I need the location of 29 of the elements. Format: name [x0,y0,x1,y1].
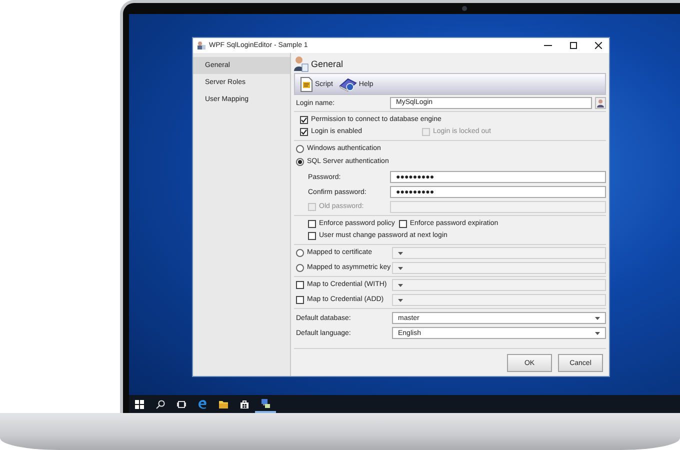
close-icon[interactable] [594,42,602,49]
checkbox[interactable] [398,220,407,228]
book-icon [338,76,357,92]
task-view-icon [177,400,186,408]
camera-dot [462,6,467,11]
checkbox[interactable] [308,220,316,228]
caret-icon [398,266,403,270]
computer-icon [262,398,270,408]
checkbox[interactable] [300,128,308,136]
checkbox[interactable] [300,116,308,124]
user-icon[interactable] [595,97,606,109]
caret-icon [595,332,600,334]
caret-icon [398,284,403,286]
app-icon [197,41,206,50]
user-page-icon [294,56,309,72]
radio-button[interactable] [296,158,304,166]
maximize-icon[interactable] [570,42,576,49]
document-icon [300,76,313,92]
radio-button[interactable] [296,145,304,153]
caret-icon [398,252,403,254]
browser-icon [198,400,206,408]
start-icon [135,400,144,408]
folder-icon [219,400,228,408]
caret-icon [398,298,403,302]
caret-icon [595,316,600,320]
checkbox[interactable] [308,232,316,240]
search-icon [156,400,165,408]
store-icon [240,400,248,408]
page-title: General [311,59,344,69]
